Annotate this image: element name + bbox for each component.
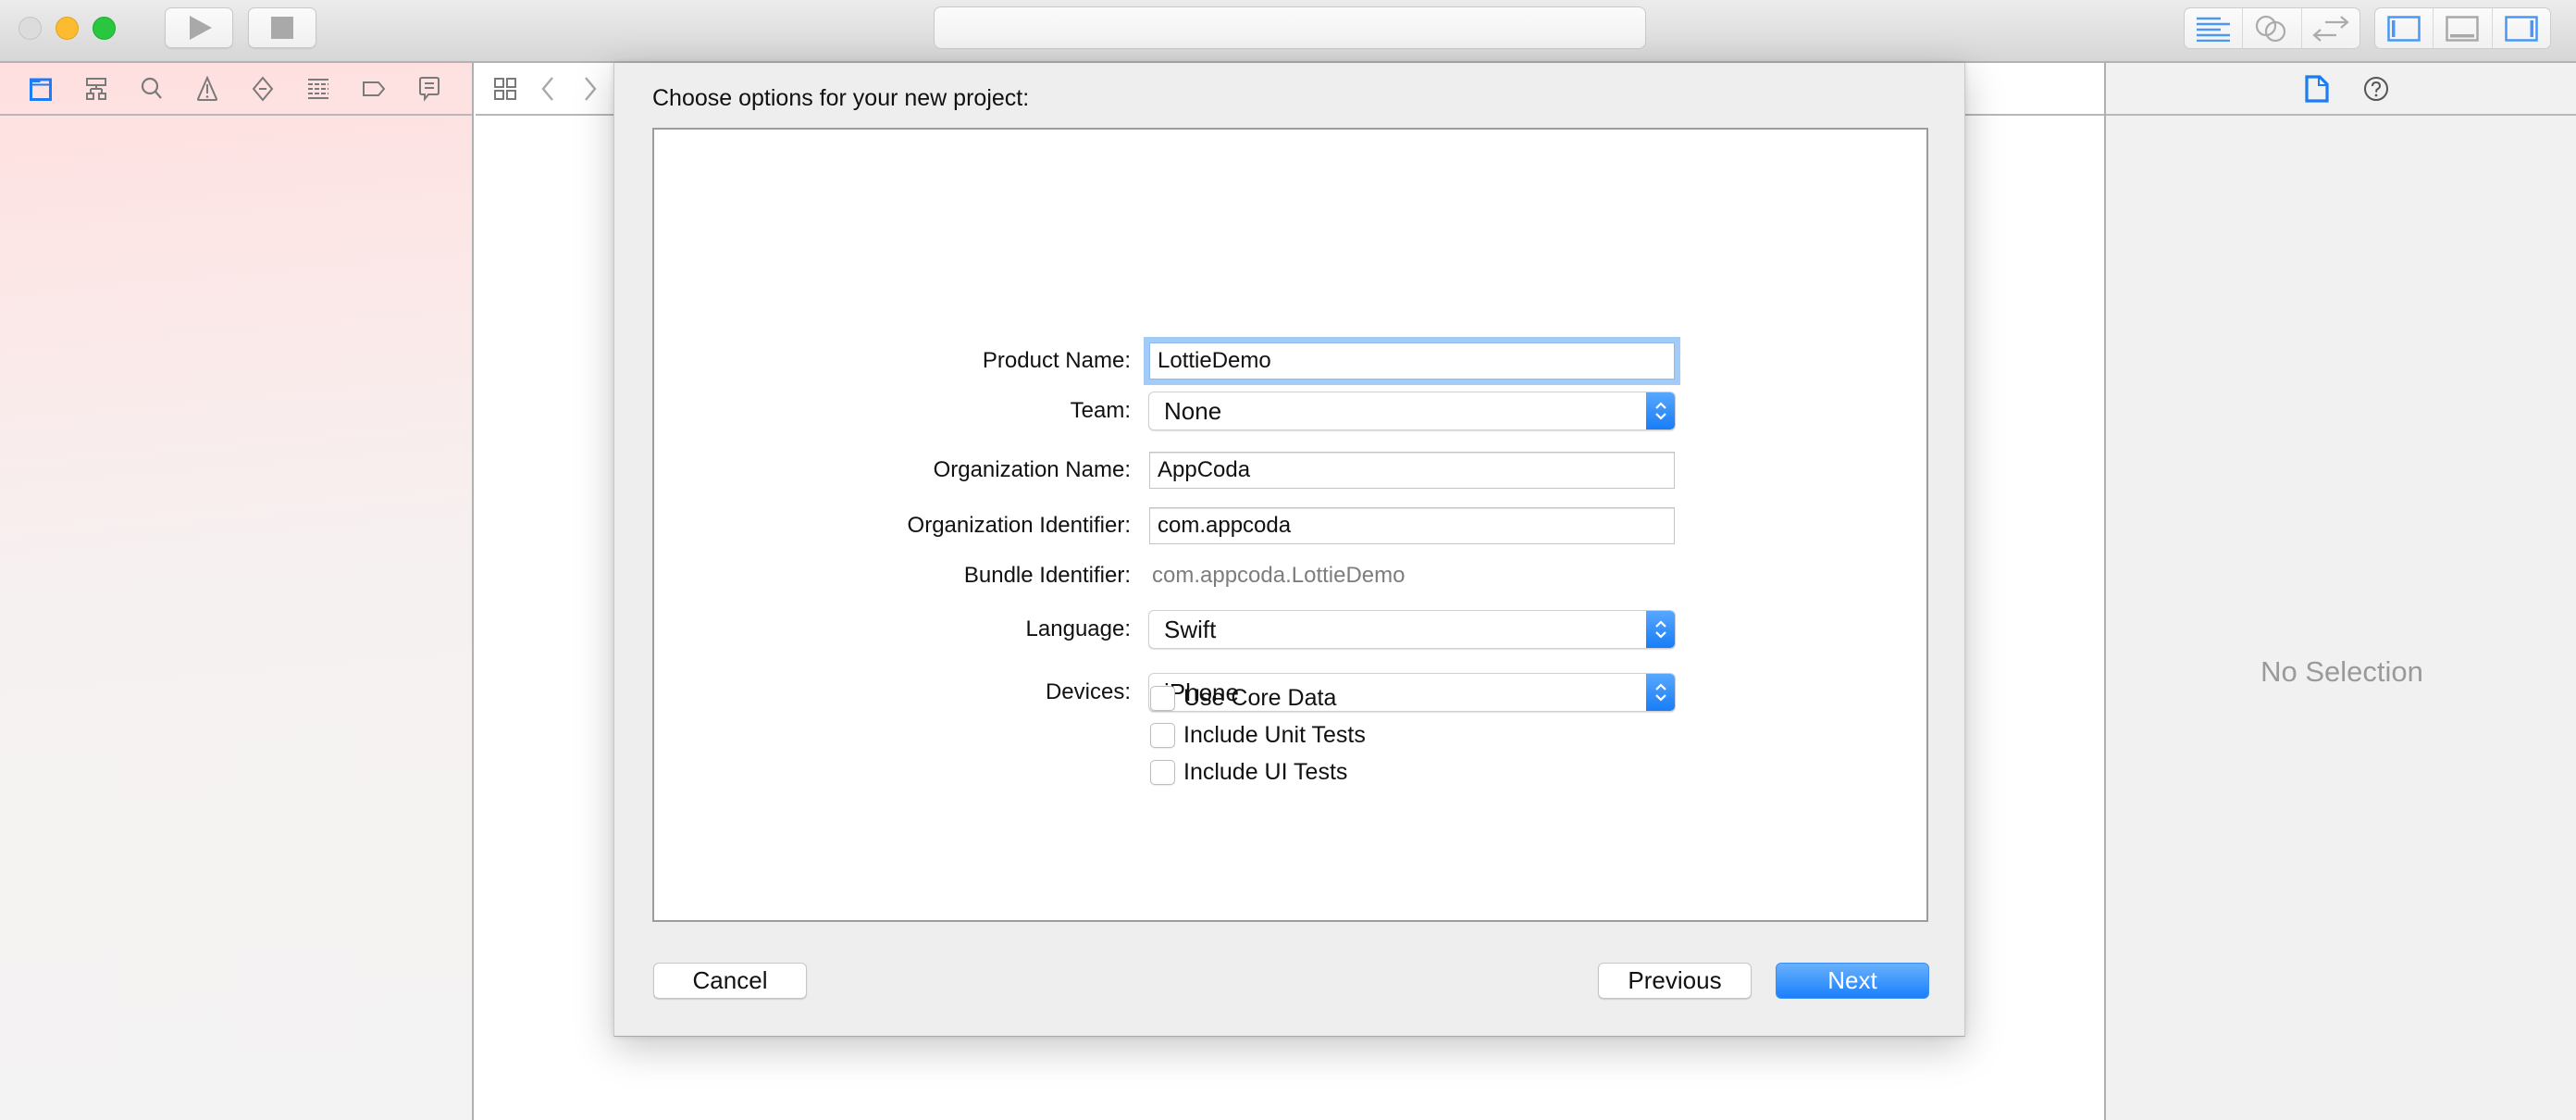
next-button[interactable]: Next (1776, 963, 1929, 999)
help-icon (2364, 76, 2388, 101)
popup-arrows-icon (1646, 611, 1675, 648)
options-form: Product Name: LottieDemo Team: None Orga… (652, 128, 1928, 922)
navigator-tab-reports[interactable] (409, 68, 450, 109)
cancel-button[interactable]: Cancel (653, 963, 807, 999)
bundle-identifier-label: Bundle Identifier: (963, 563, 1131, 588)
navigator-tab-symbol[interactable] (76, 68, 117, 109)
use-core-data-option[interactable]: Use Core Data (1150, 679, 1366, 716)
language-row: Language: Swift (654, 609, 1930, 650)
assistant-editor-button[interactable] (2243, 8, 2302, 48)
include-unit-tests-label: Include Unit Tests (1183, 721, 1366, 748)
bundle-identifier-row: Bundle Identifier: com.appcoda.LottieDem… (654, 555, 1930, 596)
include-ui-tests-label: Include UI Tests (1183, 758, 1348, 785)
team-select[interactable]: None (1148, 392, 1676, 430)
go-forward-button[interactable] (574, 72, 607, 106)
language-select-value: Swift (1164, 616, 1217, 643)
version-editor-icon (2312, 15, 2349, 42)
minimize-window-button[interactable] (56, 17, 79, 40)
hierarchy-icon (86, 77, 106, 100)
include-ui-tests-option[interactable]: Include UI Tests (1150, 753, 1366, 790)
options-checkboxes: Use Core Data Include Unit Tests Include… (1150, 679, 1366, 790)
zoom-window-button[interactable] (93, 17, 116, 40)
report-bubble-icon (419, 76, 440, 102)
use-core-data-checkbox[interactable] (1150, 685, 1175, 711)
related-items-button[interactable] (489, 72, 522, 106)
toggle-navigator-button[interactable] (2375, 8, 2434, 48)
organization-name-label: Organization Name: (933, 457, 1131, 482)
assistant-editor-icon (2256, 15, 2286, 42)
search-icon (141, 77, 162, 99)
stop-icon (271, 17, 293, 39)
navigator-toggle-icon (2387, 15, 2421, 42)
organization-identifier-label: Organization Identifier: (907, 513, 1131, 538)
panel-toggle-segmented-control (2374, 7, 2551, 49)
play-icon (190, 16, 212, 40)
team-select-value: None (1164, 397, 1222, 425)
window-toolbar (0, 0, 2576, 63)
debug-area-toggle-icon (2446, 15, 2480, 42)
use-core-data-label: Use Core Data (1183, 684, 1337, 711)
stop-button[interactable] (248, 7, 316, 48)
language-label: Language: (1025, 616, 1131, 641)
language-select[interactable]: Swift (1148, 610, 1676, 649)
include-unit-tests-checkbox[interactable] (1150, 722, 1175, 748)
navigator-tab-tests[interactable] (242, 68, 283, 109)
popup-arrows-icon (1646, 392, 1675, 429)
bundle-identifier-value: com.appcoda.LottieDemo (1152, 563, 1406, 588)
previous-button[interactable]: Previous (1598, 963, 1752, 999)
warning-icon (196, 75, 218, 101)
include-unit-tests-option[interactable]: Include Unit Tests (1150, 716, 1366, 753)
file-inspector-tab[interactable] (2298, 70, 2335, 107)
navigator-selector-bar (0, 63, 472, 116)
team-row: Team: None (654, 391, 1930, 431)
devices-label: Devices: (1045, 679, 1131, 704)
navigator-tab-breakpoints[interactable] (353, 68, 394, 109)
organization-name-input[interactable]: AppCoda (1149, 452, 1675, 489)
close-window-button[interactable] (19, 17, 42, 40)
breakpoint-tag-icon (363, 81, 386, 96)
navigator-tab-project[interactable] (20, 68, 61, 109)
chevron-left-icon (541, 76, 553, 101)
standard-editor-icon (2197, 17, 2231, 42)
navigator-tab-find[interactable] (131, 68, 172, 109)
dialog-title: Choose options for your new project: (652, 85, 1030, 111)
organization-name-row: Organization Name: AppCoda (654, 450, 1930, 491)
file-icon (2305, 74, 2329, 103)
activity-viewer (934, 6, 1646, 49)
toggle-debug-area-button[interactable] (2434, 8, 2493, 48)
popup-arrows-icon (1646, 674, 1675, 711)
editor-mode-segmented-control (2184, 7, 2360, 49)
include-ui-tests-checkbox[interactable] (1150, 759, 1175, 785)
navigator-tab-issues[interactable] (187, 68, 228, 109)
navigator-panel (0, 63, 474, 1120)
chevron-right-icon (585, 76, 597, 101)
quick-help-tab[interactable] (2358, 70, 2395, 107)
run-button[interactable] (165, 7, 233, 48)
test-diamond-icon (252, 75, 274, 102)
product-name-row: Product Name: LottieDemo (654, 341, 1930, 381)
new-project-options-sheet: Choose options for your new project: Pro… (613, 63, 1965, 1037)
inspector-selector-bar (2106, 63, 2576, 116)
no-selection-label: No Selection (2260, 655, 2423, 688)
utilities-toggle-icon (2505, 15, 2538, 42)
version-editor-button[interactable] (2302, 8, 2359, 48)
debug-list-icon (308, 78, 328, 99)
organization-identifier-input[interactable]: com.appcoda (1149, 507, 1675, 544)
navigator-tab-debug[interactable] (298, 68, 339, 109)
team-label: Team: (1070, 398, 1131, 423)
standard-editor-button[interactable] (2185, 8, 2244, 48)
go-back-button[interactable] (531, 72, 564, 106)
inspector-panel: No Selection (2104, 63, 2576, 1120)
organization-identifier-row: Organization Identifier: com.appcoda (654, 505, 1930, 546)
folder-icon (30, 78, 52, 101)
product-name-input[interactable]: LottieDemo (1149, 342, 1675, 380)
toggle-utilities-button[interactable] (2493, 8, 2550, 48)
related-items-icon (494, 77, 516, 100)
product-name-label: Product Name: (982, 348, 1131, 373)
